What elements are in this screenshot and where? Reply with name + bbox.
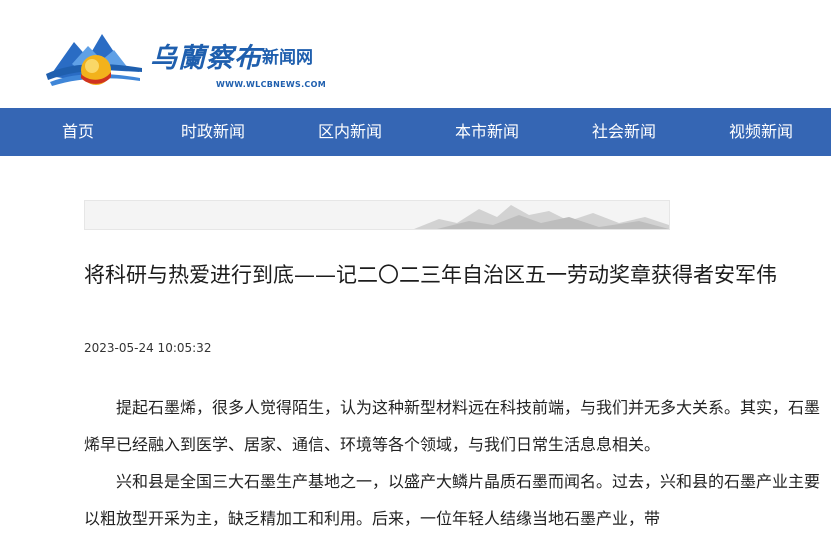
site-logo[interactable]: 乌蘭察布 新闻网 WWW.WLCBNEWS.COM bbox=[44, 24, 334, 96]
article-date: 2023-05-24 10:05:32 bbox=[84, 341, 212, 355]
article-paragraph: 提起石墨烯，很多人觉得陌生，认为这种新型材料远在科技前端，与我们并无多大关系。其… bbox=[84, 398, 821, 454]
decorative-banner bbox=[84, 200, 670, 230]
nav-item-society[interactable]: 社会新闻 bbox=[592, 108, 656, 156]
article-paragraph: 兴和县是全国三大石墨生产基地之一，以盛产大鳞片晶质石墨而闻名。过去，兴和县的石墨… bbox=[84, 472, 821, 528]
article-title: 将科研与热爱进行到底——记二〇二三年自治区五一劳动奖章获得者安军伟 bbox=[84, 263, 777, 287]
site-header: 乌蘭察布 新闻网 WWW.WLCBNEWS.COM bbox=[0, 0, 831, 108]
logo-chinese-name: 乌蘭察布 bbox=[150, 43, 262, 74]
mountain-landscape-icon bbox=[414, 205, 669, 229]
nav-item-home[interactable]: 首页 bbox=[62, 108, 94, 156]
main-nav: 首页 时政新闻 区内新闻 本市新闻 社会新闻 视频新闻 bbox=[0, 108, 831, 156]
logo-subtitle: 新闻网 bbox=[262, 48, 313, 68]
logo-url: WWW.WLCBNEWS.COM bbox=[216, 80, 326, 89]
nav-item-regional[interactable]: 区内新闻 bbox=[318, 108, 382, 156]
nav-item-city[interactable]: 本市新闻 bbox=[455, 108, 519, 156]
nav-item-politics[interactable]: 时政新闻 bbox=[181, 108, 245, 156]
nav-item-video[interactable]: 视频新闻 bbox=[729, 108, 793, 156]
logo-emblem-icon bbox=[46, 34, 142, 86]
